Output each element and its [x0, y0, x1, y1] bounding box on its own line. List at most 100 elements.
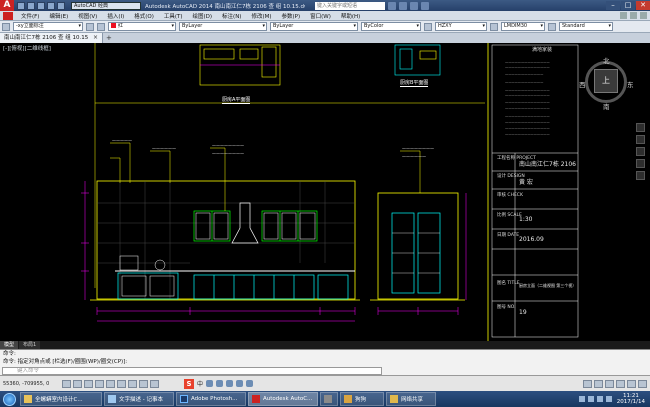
tab-model[interactable]: 模型	[0, 341, 19, 349]
new-icon[interactable]	[17, 1, 25, 10]
pan-icon[interactable]	[636, 135, 645, 144]
new-tab-button[interactable]: +	[106, 34, 112, 42]
ime-keyboard-icon[interactable]	[226, 380, 234, 387]
menu-tools[interactable]: 工具(T)	[159, 12, 188, 20]
minimize-button[interactable]: –	[606, 1, 620, 10]
snap-toggle-icon[interactable]	[62, 379, 71, 388]
volume-icon[interactable]	[596, 396, 603, 402]
viewcube[interactable]: 北 南 西 东 上	[578, 55, 634, 113]
task-app[interactable]	[320, 392, 338, 406]
osnap-toggle-icon[interactable]	[106, 379, 115, 388]
ime-punct-icon[interactable]	[206, 380, 214, 387]
ime-skin-icon[interactable]	[236, 380, 244, 387]
style-combo[interactable]: -xy立面标注	[13, 22, 83, 31]
workspace-switch-icon[interactable]	[616, 379, 625, 388]
annotation-scale-icon[interactable]	[605, 379, 614, 388]
tablestyle-combo[interactable]: Standard	[559, 22, 613, 31]
model-space-icon[interactable]	[583, 379, 592, 388]
color-combo[interactable]: 红	[108, 22, 176, 31]
layer-state-icon[interactable]	[86, 22, 94, 31]
task-photoshop[interactable]: Adobe Photosh...	[176, 392, 246, 406]
viewport-controls[interactable]: [-][俯视][二维线框]	[3, 44, 51, 52]
compass-east[interactable]: 东	[627, 79, 634, 89]
layer-icon[interactable]	[2, 22, 10, 31]
menu-window[interactable]: 窗口(W)	[305, 12, 336, 20]
dyn-toggle-icon[interactable]	[139, 379, 148, 388]
menu-parametric[interactable]: 参数(P)	[277, 12, 306, 20]
exchange-icon[interactable]	[410, 1, 418, 10]
help-icon[interactable]	[421, 1, 429, 10]
open-icon[interactable]	[27, 1, 35, 10]
text-style-icon[interactable]	[424, 22, 432, 31]
quick-view-icon[interactable]	[594, 379, 603, 388]
clean-screen-icon[interactable]	[638, 379, 647, 388]
menu-help[interactable]: 帮助(H)	[336, 12, 365, 20]
binoculars-icon[interactable]	[388, 1, 396, 10]
layer-previous-icon[interactable]	[97, 22, 105, 31]
table-style-icon[interactable]	[548, 22, 556, 31]
task-dog[interactable]: 狗狗	[340, 392, 384, 406]
start-button[interactable]	[0, 391, 18, 407]
ducs-toggle-icon[interactable]	[128, 379, 137, 388]
compass-north[interactable]: 北	[603, 55, 610, 65]
steering-wheel-icon[interactable]	[636, 123, 645, 132]
ortho-toggle-icon[interactable]	[84, 379, 93, 388]
tab-layout1[interactable]: 布局1	[19, 341, 41, 349]
menu-dimension[interactable]: 标注(N)	[217, 12, 246, 20]
textstyle-combo[interactable]: HZXY	[435, 22, 487, 31]
menu-draw[interactable]: 绘图(D)	[188, 12, 218, 20]
tray-arrow-icon[interactable]	[578, 396, 585, 402]
network-icon[interactable]	[587, 396, 594, 402]
lineweight-combo[interactable]: ByLayer	[270, 22, 358, 31]
menu-insert[interactable]: 插入(I)	[102, 12, 129, 20]
menu-format[interactable]: 格式(O)	[129, 12, 159, 20]
dimstyle-combo[interactable]: LMDIM30	[501, 22, 545, 31]
document-tab[interactable]: 南山南江仁7栋 2106 查 组 10.15 ×	[0, 33, 104, 43]
grid-toggle-icon[interactable]	[73, 379, 82, 388]
search-input[interactable]: 键入关键字或短语	[315, 1, 385, 10]
orbit-icon[interactable]	[636, 159, 645, 168]
menu-modify[interactable]: 修改(M)	[246, 12, 276, 20]
viewcube-top-face[interactable]: 上	[594, 69, 618, 93]
task-notepad[interactable]: 文字描述 - 记事本	[104, 392, 174, 406]
menu-file[interactable]: 文件(F)	[16, 12, 44, 20]
coordinates-readout[interactable]: 55360, -709955, 0	[0, 381, 60, 387]
compass-west[interactable]: 西	[579, 79, 586, 89]
zoom-icon[interactable]	[636, 147, 645, 156]
doc-close-icon[interactable]	[640, 12, 647, 19]
close-button[interactable]: ✕	[636, 1, 650, 10]
linetype-combo[interactable]: ByLayer	[179, 22, 267, 31]
maximize-button[interactable]: □	[621, 1, 635, 10]
task-autocad[interactable]: Autodesk AutoC...	[248, 392, 318, 406]
tab-close-icon[interactable]: ×	[93, 34, 98, 41]
polar-toggle-icon[interactable]	[95, 379, 104, 388]
dim-style-icon[interactable]	[490, 22, 498, 31]
signin-icon[interactable]	[399, 1, 407, 10]
drawing-canvas[interactable]: ————— —————— ———————— ———————— ———————— ———…	[0, 43, 650, 341]
ime-language[interactable]: 中	[197, 379, 203, 388]
flag-icon[interactable]	[605, 396, 612, 402]
ime-tools-icon[interactable]	[246, 380, 254, 387]
save-icon[interactable]	[37, 1, 45, 10]
ime-mic-icon[interactable]	[216, 380, 224, 387]
lock-icon[interactable]	[627, 379, 636, 388]
command-input[interactable]: 键入命令	[2, 367, 382, 375]
undo-icon[interactable]	[47, 1, 55, 10]
otrack-toggle-icon[interactable]	[117, 379, 126, 388]
task-folder[interactable]: 全螺蟒室内设计C...	[20, 392, 102, 406]
sogou-ime-icon[interactable]: S	[184, 378, 194, 389]
showmotion-icon[interactable]	[636, 171, 645, 180]
menu-view[interactable]: 视图(V)	[73, 12, 102, 20]
redo-icon[interactable]	[57, 1, 65, 10]
document-icon[interactable]	[3, 11, 13, 20]
autocad-logo-icon[interactable]: A	[0, 0, 14, 11]
menu-edit[interactable]: 编辑(E)	[44, 12, 73, 20]
clock[interactable]: 11:21 2017/1/14	[615, 393, 647, 405]
compass-south[interactable]: 南	[603, 101, 610, 111]
doc-restore-icon[interactable]	[630, 12, 637, 19]
workspace-select[interactable]: AutoCAD 经典	[71, 1, 141, 10]
plotstyle-combo[interactable]: ByColor	[361, 22, 421, 31]
lwt-toggle-icon[interactable]	[150, 379, 159, 388]
task-network-share[interactable]: 网络共享	[386, 392, 436, 406]
doc-minimize-icon[interactable]	[620, 12, 627, 19]
